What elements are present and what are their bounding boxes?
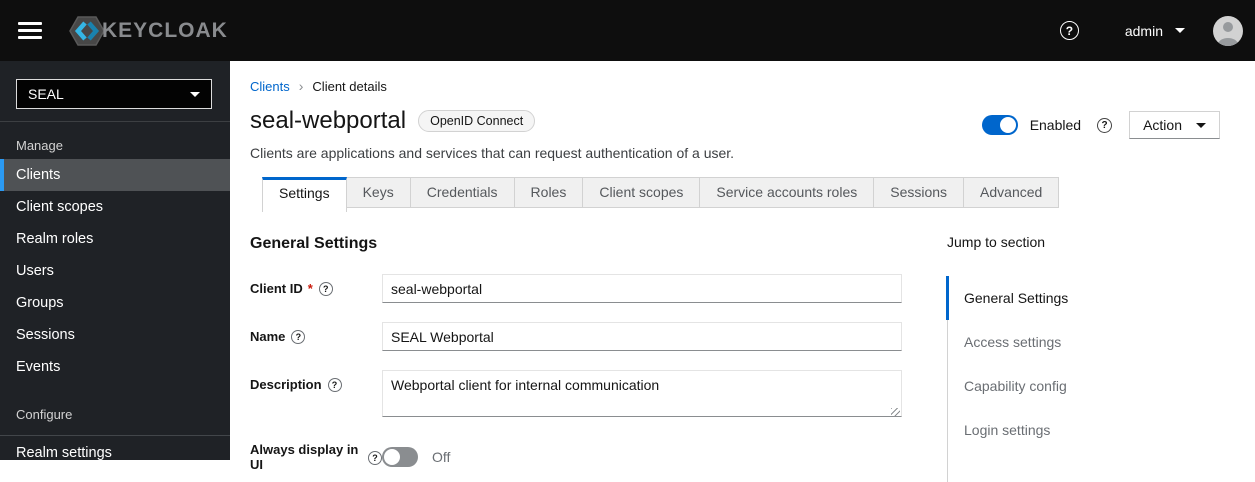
breadcrumb-current: Client details	[312, 78, 387, 94]
page-header: seal-webportal OpenID Connect Enabled ? …	[230, 94, 1255, 139]
jump-nav-title: Jump to section	[947, 234, 1046, 250]
user-menu[interactable]: admin	[1125, 23, 1185, 39]
breadcrumb: Clients › Client details	[230, 61, 1255, 94]
main-content: Clients › Client details seal-webportal …	[230, 61, 1255, 482]
chevron-down-icon	[190, 91, 200, 97]
help-icon[interactable]: ?	[1059, 21, 1079, 40]
sidebar: SEAL Manage Clients Client scopes Realm …	[0, 61, 230, 461]
chevron-down-icon	[1196, 122, 1206, 128]
tab-roles[interactable]: Roles	[514, 177, 584, 208]
toggle-state-label: Off	[432, 449, 451, 465]
sidebar-item-client-scopes[interactable]: Client scopes	[0, 191, 230, 223]
keycloak-logo: KEYCLOAK	[62, 14, 228, 48]
nav-toggle-hamburger-icon[interactable]	[18, 22, 42, 39]
sidebar-item-events[interactable]: Events	[0, 351, 230, 383]
tab-keys[interactable]: Keys	[346, 177, 411, 208]
always-display-label: Always display in UI ?	[250, 442, 382, 472]
description-label: Description ?	[250, 370, 382, 422]
tab-service-accounts-roles[interactable]: Service accounts roles	[700, 177, 875, 208]
sidebar-item-sessions[interactable]: Sessions	[0, 319, 230, 351]
client-id-label: Client ID * ?	[250, 274, 382, 303]
breadcrumb-clients-link[interactable]: Clients	[250, 79, 290, 94]
settings-content: General Settings Client ID * ? Name ?	[230, 212, 1255, 482]
help-icon[interactable]: ?	[291, 330, 306, 344]
client-id-row: Client ID * ?	[250, 274, 902, 303]
jump-link-login-settings[interactable]: Login settings	[948, 408, 1235, 452]
description-textarea[interactable]: Webportal client for internal communicat…	[382, 370, 902, 417]
jump-link-access-settings[interactable]: Access settings	[948, 320, 1235, 364]
masthead: KEYCLOAK ? admin	[0, 0, 1255, 61]
nav-group-manage: Manage Clients Client scopes Realm roles…	[0, 122, 230, 383]
sidebar-item-groups[interactable]: Groups	[0, 287, 230, 319]
resize-handle-icon[interactable]	[891, 408, 900, 417]
name-label: Name ?	[250, 322, 382, 351]
enabled-toggle[interactable]	[981, 115, 1018, 135]
help-icon[interactable]: ?	[1097, 117, 1113, 133]
tab-bar: Settings Keys Credentials Roles Client s…	[250, 177, 1235, 212]
description-row: Description ? Webportal client for inter…	[250, 370, 902, 422]
jump-to-section-nav: Jump to section General Settings Access …	[946, 212, 1235, 482]
realm-selector-wrap: SEAL	[0, 61, 230, 122]
tab-client-scopes[interactable]: Client scopes	[583, 177, 701, 208]
sidebar-item-realm-settings[interactable]: Realm settings	[0, 436, 230, 469]
sidebar-item-clients[interactable]: Clients	[0, 159, 230, 191]
tab-settings[interactable]: Settings	[262, 177, 347, 212]
tab-credentials[interactable]: Credentials	[410, 177, 515, 208]
help-icon[interactable]: ?	[368, 450, 382, 465]
tab-advanced[interactable]: Advanced	[964, 177, 1060, 208]
sidebar-item-realm-roles[interactable]: Realm roles	[0, 223, 230, 255]
protocol-badge: OpenID Connect	[418, 110, 536, 132]
help-icon[interactable]: ?	[327, 378, 342, 392]
always-display-toggle[interactable]	[382, 447, 418, 467]
username: admin	[1124, 22, 1163, 39]
help-icon[interactable]: ?	[318, 282, 333, 296]
name-row: Name ?	[250, 322, 902, 351]
page-title: seal-webportal	[250, 107, 407, 134]
enabled-label: Enabled	[1029, 117, 1082, 133]
masthead-right: ? admin	[1059, 15, 1255, 46]
brand-wordmark: KEYCLOAK	[102, 18, 228, 42]
tab-sessions[interactable]: Sessions	[874, 177, 965, 208]
always-display-row: Always display in UI ? Off	[250, 442, 902, 472]
header-controls: Enabled ? Action	[981, 111, 1220, 139]
avatar[interactable]	[1213, 15, 1243, 46]
sidebar-item-users[interactable]: Users	[0, 255, 230, 287]
avatar-person-icon	[1223, 21, 1233, 32]
action-dropdown-button[interactable]: Action	[1129, 111, 1220, 139]
nav-group-configure: Configure Realm settings	[0, 383, 230, 469]
realm-selector[interactable]: SEAL	[16, 79, 212, 109]
page-subtitle: Clients are applications and services th…	[250, 145, 735, 161]
required-asterisk: *	[307, 281, 313, 296]
chevron-down-icon	[1175, 28, 1185, 33]
section-title: General Settings	[250, 235, 378, 252]
name-input[interactable]	[382, 322, 902, 351]
breadcrumb-separator-icon: ›	[298, 78, 304, 94]
realm-name: SEAL	[28, 86, 64, 102]
general-settings-form: General Settings Client ID * ? Name ?	[250, 212, 902, 482]
jump-link-general-settings[interactable]: General Settings	[946, 276, 1235, 320]
nav-group-title: Manage	[16, 138, 63, 153]
jump-link-capability-config[interactable]: Capability config	[948, 364, 1235, 408]
nav-group-title: Configure	[16, 407, 73, 422]
client-id-input[interactable]	[382, 274, 902, 303]
